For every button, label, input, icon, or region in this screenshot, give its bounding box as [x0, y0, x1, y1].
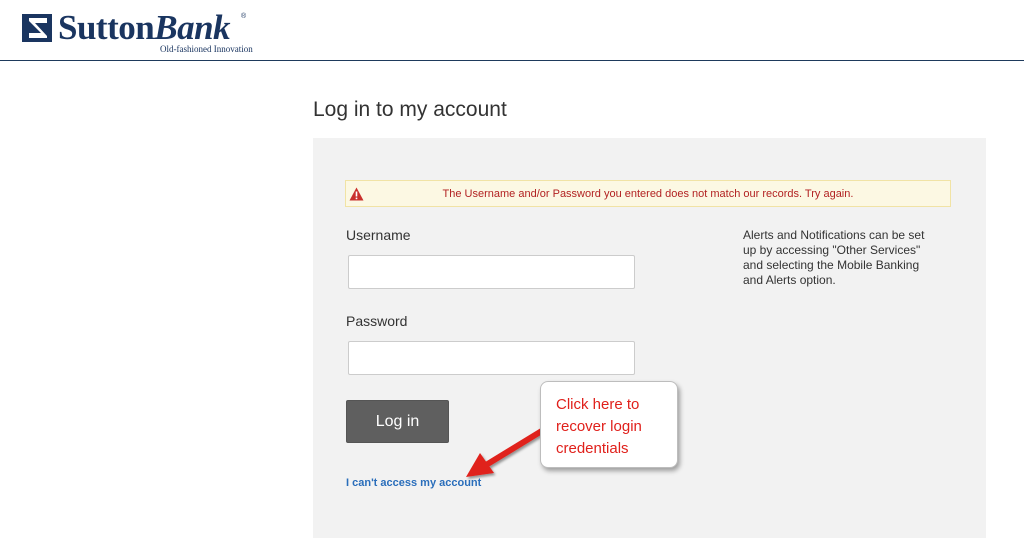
brand-name-bank: Bank — [154, 8, 231, 47]
registered-mark: ® — [241, 13, 247, 20]
callout-line-1: Click here to — [556, 396, 640, 413]
site-header: SuttonBank ® Old-fashioned Innovation — [0, 0, 1024, 61]
username-input[interactable] — [348, 255, 635, 289]
password-label: Password — [346, 313, 408, 329]
login-panel: The Username and/or Password you entered… — [313, 138, 986, 538]
error-alert: The Username and/or Password you entered… — [345, 180, 951, 207]
error-alert-message: The Username and/or Password you entered… — [442, 188, 854, 200]
brand-tagline: Old-fashioned Innovation — [160, 44, 253, 54]
brand-name-sutton: Sutton — [58, 8, 155, 47]
callout-line-3: credentials — [556, 440, 629, 457]
brand-wordmark: SuttonBank — [58, 8, 231, 48]
sutton-s-logo-icon — [22, 14, 52, 42]
password-input[interactable] — [348, 341, 635, 375]
username-label: Username — [346, 227, 411, 243]
page-title: Log in to my account — [313, 98, 507, 121]
instruction-callout: Click here to recover login credentials — [540, 381, 678, 468]
alerts-info-text: Alerts and Notifications can be set up b… — [743, 228, 925, 287]
callout-line-2: recover login — [556, 418, 642, 435]
login-button[interactable]: Log in — [346, 400, 449, 443]
